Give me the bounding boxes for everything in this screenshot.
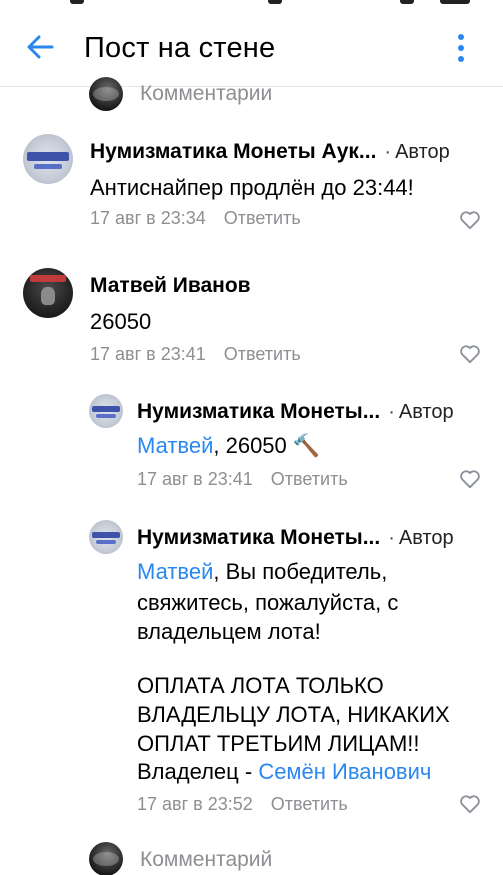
- comment-time: 17 авг в 23:52: [137, 794, 253, 814]
- comment-reply-field[interactable]: Комментарии: [0, 74, 503, 114]
- author-badge: · Автор: [388, 401, 454, 423]
- status-bar: [0, 0, 503, 8]
- comment-text: Матвей, 26050 🔨: [137, 433, 321, 458]
- comment-time: 17 авг в 23:41: [90, 344, 206, 364]
- comment-placeholder[interactable]: Комментарий: [140, 847, 272, 873]
- like-button[interactable]: [457, 792, 483, 816]
- author-badge: · Автор: [384, 141, 450, 163]
- comment-meta: 17 авг в 23:41 Ответить: [90, 344, 301, 365]
- comment-reply-field[interactable]: Комментарий: [0, 840, 503, 875]
- reply-button[interactable]: Ответить: [271, 469, 348, 490]
- comment-text: Антиснайпер продлён до 23:44!: [90, 175, 414, 200]
- comment-text-line: свяжитесь, пожалуйста, с: [137, 590, 399, 615]
- owner-link[interactable]: Семён Иванович: [258, 759, 431, 784]
- comment-meta: 17 авг в 23:41 Ответить: [137, 469, 348, 490]
- comment-placeholder[interactable]: Комментарии: [140, 81, 272, 107]
- heart-outline-icon: [460, 211, 480, 230]
- more-vertical-icon: [458, 34, 464, 40]
- avatar: [89, 842, 123, 875]
- avatar[interactable]: [89, 520, 123, 554]
- comment-text: 26050: [90, 309, 152, 334]
- author-badge: · Автор: [388, 527, 454, 549]
- comment-time: 17 авг в 23:41: [137, 469, 253, 489]
- like-button[interactable]: [457, 467, 483, 491]
- heart-outline-icon: [460, 470, 480, 489]
- mention-link[interactable]: Матвей: [137, 433, 213, 458]
- page-title: Пост на стене: [84, 32, 276, 64]
- avatar[interactable]: [23, 268, 73, 318]
- like-button[interactable]: [457, 342, 483, 366]
- comment-text-line: владельцем лота!: [137, 619, 321, 644]
- author-row: Нумизматика Монеты... · Автор: [137, 526, 485, 550]
- signal-icon: [400, 0, 414, 4]
- heart-outline-icon: [460, 345, 480, 364]
- comment-time: 17 авг в 23:34: [90, 208, 206, 228]
- author-row: Матвей Иванов: [90, 274, 485, 298]
- comment-text-line: Матвей, Вы победитель,: [137, 559, 388, 584]
- avatar[interactable]: [89, 394, 123, 428]
- author-name[interactable]: Нумизматика Монеты...: [137, 400, 380, 424]
- arrow-left-icon: [27, 35, 54, 59]
- reply-button[interactable]: Ответить: [271, 794, 348, 815]
- status-icon: [268, 0, 282, 4]
- avatar[interactable]: [23, 134, 73, 184]
- comment-meta: 17 авг в 23:52 Ответить: [137, 794, 348, 815]
- comment-meta: 17 авг в 23:34 Ответить: [90, 208, 301, 229]
- reply-button[interactable]: Ответить: [224, 208, 301, 229]
- battery-icon: [440, 0, 470, 4]
- reply-button[interactable]: Ответить: [224, 344, 301, 365]
- heart-outline-icon: [460, 795, 480, 814]
- mention-link[interactable]: Матвей: [137, 559, 213, 584]
- author-name[interactable]: Нумизматика Монеты...: [137, 526, 380, 550]
- author-row: Нумизматика Монеты Аук... · Автор: [90, 140, 485, 164]
- avatar: [89, 77, 123, 111]
- more-options-button[interactable]: [446, 28, 476, 68]
- comment-text-line: ОПЛАТ ТРЕТЬИМ ЛИЦАМ!!: [137, 731, 420, 756]
- comment-text-line: ВЛАДЕЛЬЦУ ЛОТА, НИКАКИХ: [137, 702, 450, 727]
- back-button[interactable]: [20, 30, 60, 64]
- author-name[interactable]: Матвей Иванов: [90, 274, 251, 298]
- comment-text-line: ОПЛАТА ЛОТА ТОЛЬКО: [137, 673, 384, 698]
- comment-text-line: Владелец - Семён Иванович: [137, 759, 432, 784]
- author-name[interactable]: Нумизматика Монеты Аук...: [90, 140, 376, 164]
- author-row: Нумизматика Монеты... · Автор: [137, 400, 485, 424]
- status-icon: [70, 0, 84, 4]
- like-button[interactable]: [457, 208, 483, 232]
